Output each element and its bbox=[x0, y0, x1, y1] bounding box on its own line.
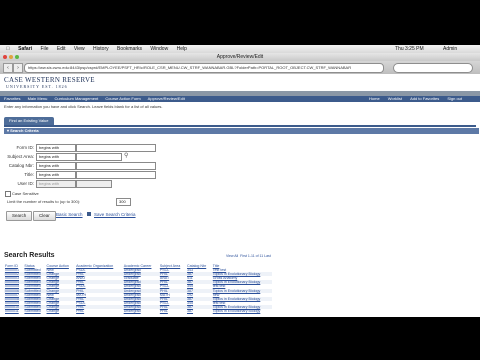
menu-bookmarks[interactable]: Bookmarks bbox=[117, 46, 142, 52]
results-pager: View All First 1-11 of 11 Last bbox=[226, 254, 271, 258]
catalog-nbr-label: Catalog Nbr: bbox=[8, 163, 34, 168]
menu-history[interactable]: History bbox=[93, 46, 109, 52]
view-all-link[interactable]: View All bbox=[226, 254, 238, 258]
case-sensitive-label: Case Sensitive bbox=[12, 191, 39, 196]
intro-text: Enter any information you have and click… bbox=[4, 104, 163, 109]
sign-out-link[interactable]: Sign out bbox=[447, 96, 462, 101]
apple-icon[interactable]:  bbox=[6, 46, 10, 52]
table-cell[interactable]: 0000011 bbox=[4, 309, 23, 313]
subject-area-operator[interactable]: begins with bbox=[36, 153, 76, 161]
table-row[interactable]: 0000011 Submitted Change PHIL Undergrad PHIL 3… bbox=[4, 309, 272, 313]
back-icon[interactable]: ‹ bbox=[3, 63, 13, 73]
table-cell[interactable]: Undergrad bbox=[123, 309, 159, 313]
breadcrumb-current: Approve/Review/Edit bbox=[147, 96, 185, 101]
menu-clock: Thu 3:25 PM bbox=[395, 46, 424, 52]
tab-bar bbox=[4, 117, 476, 127]
limit-input[interactable]: 300 bbox=[116, 198, 131, 206]
search-results-title: Search Results bbox=[4, 252, 55, 259]
menu-safari[interactable]: Safari bbox=[18, 46, 32, 52]
lookup-icon[interactable]: ⚲ bbox=[124, 152, 128, 159]
save-criteria-link[interactable]: Save Search Criteria bbox=[94, 212, 136, 217]
forward-icon[interactable]: › bbox=[13, 63, 23, 73]
home-link[interactable]: Home bbox=[369, 96, 380, 101]
table-cell[interactable]: Change bbox=[46, 309, 76, 313]
worklist-link[interactable]: Worklist bbox=[388, 96, 402, 101]
form-id-label: Form ID: bbox=[16, 145, 35, 150]
save-icon[interactable] bbox=[87, 212, 91, 216]
user-id-input bbox=[76, 180, 112, 188]
breadcrumb-course-action[interactable]: Course Action Form bbox=[105, 96, 140, 101]
university-logo-sub: UNIVERSITY EST. 1826 bbox=[6, 84, 68, 89]
tab-find-existing[interactable]: Find an Existing Value bbox=[4, 117, 54, 125]
catalog-nbr-operator[interactable]: begins with bbox=[36, 162, 76, 170]
clear-button[interactable]: Clear bbox=[33, 211, 56, 221]
table-cell[interactable]: PHIL bbox=[75, 309, 123, 313]
menu-file[interactable]: File bbox=[40, 46, 48, 52]
results-table: Form ID Status Course Action Academic Or… bbox=[4, 264, 272, 313]
search-button[interactable]: Search bbox=[6, 211, 33, 221]
case-sensitive-checkbox[interactable] bbox=[5, 191, 11, 197]
minimize-window-icon[interactable] bbox=[9, 55, 13, 59]
pager-text[interactable]: First 1-11 of 11 Last bbox=[240, 254, 271, 258]
title-input[interactable] bbox=[76, 171, 156, 179]
menu-edit[interactable]: Edit bbox=[57, 46, 66, 52]
close-window-icon[interactable] bbox=[3, 55, 7, 59]
menu-user[interactable]: Admin bbox=[443, 45, 457, 53]
menu-window[interactable]: Window bbox=[150, 46, 168, 52]
table-cell[interactable]: Topics in Evolutionary Biology bbox=[212, 309, 272, 313]
subject-area-input[interactable] bbox=[76, 153, 122, 161]
table-cell[interactable]: Submitted bbox=[23, 309, 45, 313]
form-id-input[interactable] bbox=[76, 144, 156, 152]
browser-search-field[interactable] bbox=[393, 63, 473, 73]
catalog-nbr-input[interactable] bbox=[76, 162, 156, 170]
search-criteria-header: ▾ Search Criteria bbox=[4, 128, 479, 134]
add-favorites-link[interactable]: Add to Favorites bbox=[410, 96, 439, 101]
form-id-operator[interactable]: begins with bbox=[36, 144, 76, 152]
zoom-window-icon[interactable] bbox=[15, 55, 19, 59]
title-label: Title: bbox=[24, 172, 34, 177]
address-bar[interactable]: https://ww.sis.cwru.edu:8443/psp/csprd/E… bbox=[24, 63, 384, 73]
user-id-operator: begins with bbox=[36, 180, 76, 188]
university-logo: CASE WESTERN RESERVE bbox=[4, 76, 95, 84]
breadcrumb-favorites[interactable]: Favorites bbox=[4, 96, 20, 101]
user-id-label: User ID: bbox=[17, 181, 34, 186]
title-operator[interactable]: begins with bbox=[36, 171, 76, 179]
basic-search-link[interactable]: Basic Search bbox=[56, 212, 83, 217]
header-links: Home Worklist Add to Favorites Sign out bbox=[362, 96, 462, 102]
menu-help[interactable]: Help bbox=[177, 46, 187, 52]
limit-label: Limit the number of results to (up to 30… bbox=[7, 199, 81, 204]
window-title: Approve/Review/Edit bbox=[0, 53, 480, 61]
menu-view[interactable]: View bbox=[74, 46, 85, 52]
breadcrumb-main-menu[interactable]: Main Menu bbox=[28, 96, 48, 101]
breadcrumb-curriculum[interactable]: Curriculum Management bbox=[55, 96, 99, 101]
subject-area-label: Subject Area: bbox=[7, 154, 34, 159]
table-cell[interactable]: PHIL bbox=[159, 309, 186, 313]
search-criteria-title: Search Criteria bbox=[10, 128, 39, 133]
table-cell[interactable]: 387 bbox=[186, 309, 212, 313]
